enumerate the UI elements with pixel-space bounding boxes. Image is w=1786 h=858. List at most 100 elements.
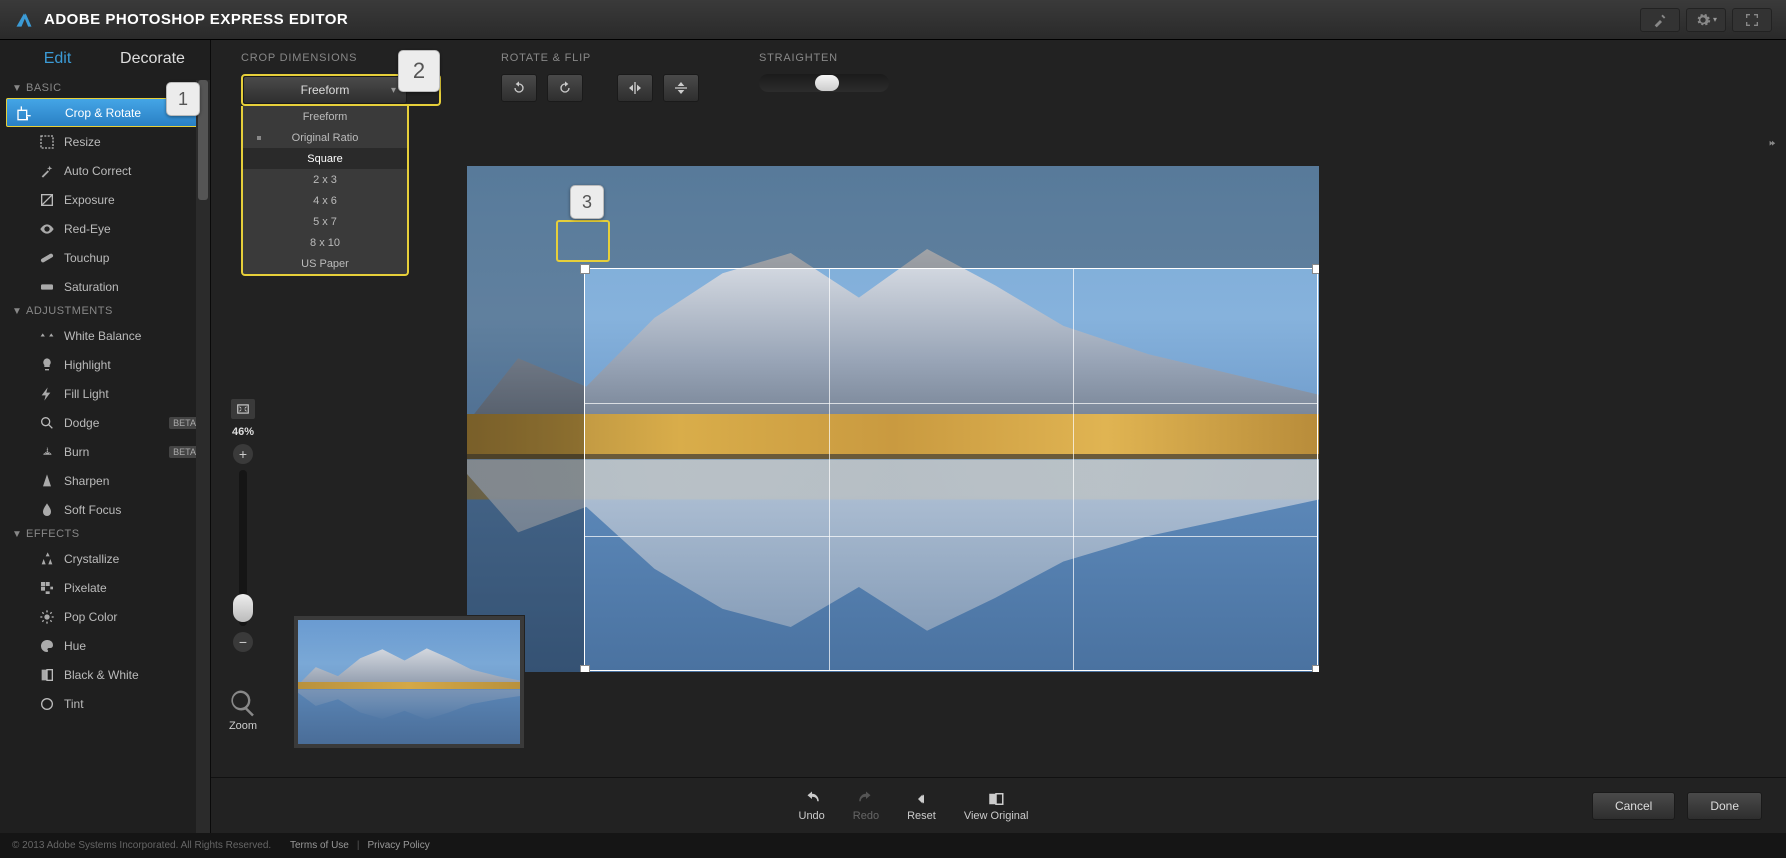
crop-icon [15,104,33,122]
drop-icon [38,501,56,519]
footer-privacy-link[interactable]: Privacy Policy [367,840,429,851]
rotate-cw-button[interactable] [547,74,583,102]
balance-icon [38,327,56,345]
eye-icon [38,220,56,238]
tool-fill-light[interactable]: Fill Light [0,379,210,408]
crop-dropdown-value: Freeform [301,83,350,97]
tool-resize[interactable]: Resize [0,127,210,156]
callout-3: 3 [570,185,604,219]
header-magic-button[interactable] [1640,8,1680,32]
zoom-fit-button[interactable] [230,398,256,420]
redo-button[interactable]: Redo [853,790,879,822]
bw-icon [38,666,56,684]
callout-1: 1 [166,82,200,116]
tool-dodge[interactable]: DodgeBETA [0,408,210,437]
view-original-button[interactable]: View Original [964,790,1029,822]
crop-option-8-x-10[interactable]: 8 x 10 [243,232,407,253]
canvas-area [275,136,1786,777]
rotate-flip-title: ROTATE & FLIP [501,52,699,64]
undo-button[interactable]: Undo [799,790,825,822]
crop-option-5-x-7[interactable]: 5 x 7 [243,211,407,232]
crop-option-square[interactable]: Square [243,148,407,169]
tab-decorate[interactable]: Decorate [105,50,200,68]
crop-option-freeform[interactable]: Freeform [243,106,407,127]
tool-exposure[interactable]: Exposure [0,185,210,214]
tool-soft-focus[interactable]: Soft Focus [0,495,210,524]
tool-burn[interactable]: BurnBETA [0,437,210,466]
crop-dimensions-dropdown[interactable]: Freeform [243,76,407,104]
dodge-icon [38,414,56,432]
flash-icon [38,385,56,403]
zoom-slider[interactable] [239,470,247,626]
rotate-ccw-button[interactable] [501,74,537,102]
tab-edit[interactable]: Edit [10,50,105,68]
group-head-effects[interactable]: ▼EFFECTS [0,524,210,544]
footer-terms-link[interactable]: Terms of Use [290,840,349,851]
flip-horizontal-button[interactable] [617,74,653,102]
bulb-icon [38,356,56,374]
crop-option-us-paper[interactable]: US Paper [243,253,407,274]
callout-2: 2 [398,50,440,92]
tool-crystallize[interactable]: Crystallize [0,544,210,573]
crop-rectangle[interactable] [584,268,1318,671]
sidebar-scrollbar[interactable] [196,80,210,833]
tool-sharpen[interactable]: Sharpen [0,466,210,495]
reset-button[interactable]: Reset [907,790,936,822]
crop-handle-bl[interactable] [580,665,590,672]
group-head-adjustments[interactable]: ▼ADJUSTMENTS [0,301,210,321]
callout-3-highlight [556,220,610,262]
app-header: ADOBE PHOTOSHOP EXPRESS EDITOR ▾ [0,0,1786,40]
sidebar-tabs: Edit Decorate [0,40,210,78]
app-title: ADOBE PHOTOSHOP EXPRESS EDITOR [44,11,348,28]
pop-icon [38,608,56,626]
tool-highlight[interactable]: Highlight [0,350,210,379]
crop-handle-br[interactable] [1312,665,1319,672]
crop-handle-tl[interactable] [580,264,590,274]
header-settings-button[interactable]: ▾ [1686,8,1726,32]
flip-vertical-button[interactable] [663,74,699,102]
tool-auto-correct[interactable]: Auto Correct [0,156,210,185]
navigator-thumbnail[interactable] [293,615,525,749]
burn-icon [38,443,56,461]
tool-white-balance[interactable]: White Balance [0,321,210,350]
bandaid-icon [38,249,56,267]
tool-hue[interactable]: Hue [0,631,210,660]
tool-pixelate[interactable]: Pixelate [0,573,210,602]
pixelate-icon [38,579,56,597]
tool-pop-color[interactable]: Pop Color [0,602,210,631]
magnifier-icon [228,688,258,718]
bottom-bar: Undo Redo Reset View Original Cancel [211,777,1786,833]
tool-touchup[interactable]: Touchup [0,243,210,272]
saturation-icon [38,278,56,296]
palette-icon [38,637,56,655]
tool-tint[interactable]: Tint [0,689,210,718]
zoom-in-button[interactable]: + [233,444,253,464]
zoom-label: Zoom [229,720,257,732]
footer: © 2013 Adobe Systems Incorporated. All R… [0,833,1786,858]
zoom-out-button[interactable]: − [233,632,253,652]
done-button[interactable]: Done [1687,792,1762,820]
tool-red-eye[interactable]: Red-Eye [0,214,210,243]
crop-handle-tr[interactable] [1312,264,1319,274]
footer-copyright: © 2013 Adobe Systems Incorporated. All R… [12,840,271,851]
exposure-icon [38,191,56,209]
straighten-title: STRAIGHTEN [759,52,889,64]
cancel-button[interactable]: Cancel [1592,792,1675,820]
straighten-slider[interactable] [759,74,889,92]
sidebar: Edit Decorate ▼BASICCrop & RotateResizeA… [0,40,211,833]
sharpen-icon [38,472,56,490]
crop-option-2-x-3[interactable]: 2 x 3 [243,169,407,190]
crop-option-original-ratio[interactable]: Original Ratio [243,127,407,148]
crystallize-icon [38,550,56,568]
crop-option-4-x-6[interactable]: 4 x 6 [243,190,407,211]
main-area: CROP DIMENSIONS Freeform FreeformOrigina… [211,40,1786,833]
adobe-logo-icon [14,10,34,30]
tint-icon [38,695,56,713]
tool-saturation[interactable]: Saturation [0,272,210,301]
zoom-value: 46% [232,426,254,438]
wand-icon [38,162,56,180]
header-fullscreen-button[interactable] [1732,8,1772,32]
options-bar: CROP DIMENSIONS Freeform FreeformOrigina… [211,40,1786,136]
tool-black-white[interactable]: Black & White [0,660,210,689]
crop-dropdown-menu: FreeformOriginal RatioSquare2 x 34 x 65 … [241,106,409,276]
